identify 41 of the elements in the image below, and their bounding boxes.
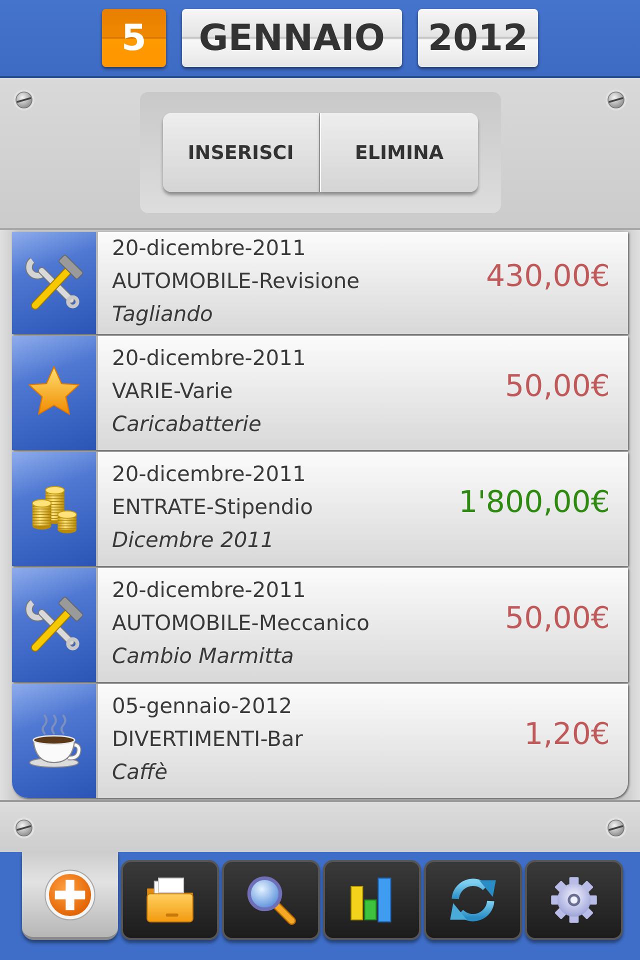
entry-row[interactable]: 20-dicembre-2011 AUTOMOBILE-Revisione Tagliando 430,00€ — [12, 232, 628, 334]
nav-tab[interactable] — [222, 860, 320, 940]
entry-row[interactable]: 05-gennaio-2012 DIVERTIMENTI-Bar Caffè 1,20€ — [12, 684, 628, 798]
entry-category: ENTRATE-Stipendio — [112, 494, 313, 521]
screw-icon — [13, 817, 35, 839]
entry-note: Dicembre 2011 — [112, 527, 274, 554]
entry-note: Caricabatterie — [112, 411, 262, 438]
month-display[interactable]: GENNAIO — [182, 9, 402, 67]
entry-category: VARIE-Varie — [112, 378, 233, 405]
screw-icon — [13, 89, 35, 111]
entry-category: AUTOMOBILE-Meccanico — [112, 610, 370, 637]
entry-date: 20-dicembre-2011 — [112, 577, 306, 604]
entry-row[interactable]: 20-dicembre-2011 VARIE-Varie Caricabatterie 50,00€ — [12, 336, 628, 450]
entry-amount: 1,20€ — [524, 716, 610, 752]
entry-amount: 1'800,00€ — [458, 484, 610, 520]
entry-note: Cambio Marmitta — [112, 643, 294, 670]
nav-tab[interactable] — [424, 860, 522, 940]
entry-row[interactable]: 20-dicembre-2011 ENTRATE-Stipendio Dicembre 2011 1'800,00€ — [12, 452, 628, 566]
entry-date: 20-dicembre-2011 — [112, 461, 306, 488]
entry-category: DIVERTIMENTI-Bar — [112, 726, 303, 753]
entry-amount: 50,00€ — [505, 600, 610, 636]
action-button[interactable]: ELIMINA — [320, 113, 478, 192]
entry-date: 20-dicembre-2011 — [112, 235, 306, 262]
nav-tab[interactable] — [323, 860, 421, 940]
screw-icon — [605, 89, 627, 111]
nav-tab[interactable] — [525, 860, 623, 940]
entry-amount: 430,00€ — [486, 258, 610, 294]
entry-amount: 50,00€ — [505, 368, 610, 404]
settings-icon — [548, 874, 600, 926]
action-button[interactable]: INSERISCI — [162, 113, 320, 192]
entry-row[interactable]: 20-dicembre-2011 AUTOMOBILE-Meccanico Cambio Marmitta 50,00€ — [12, 568, 628, 682]
search-icon — [245, 874, 297, 926]
entry-note: Caffè — [112, 759, 168, 786]
entry-date: 20-dicembre-2011 — [112, 345, 306, 372]
year-display[interactable]: 2012 — [418, 9, 538, 67]
screw-icon — [605, 817, 627, 839]
plus-icon — [43, 868, 97, 922]
nav-tab[interactable] — [121, 860, 219, 940]
entry-date: 05-gennaio-2012 — [112, 693, 292, 720]
entry-note: Tagliando — [112, 301, 213, 328]
entry-category: AUTOMOBILE-Revisione — [112, 268, 360, 295]
